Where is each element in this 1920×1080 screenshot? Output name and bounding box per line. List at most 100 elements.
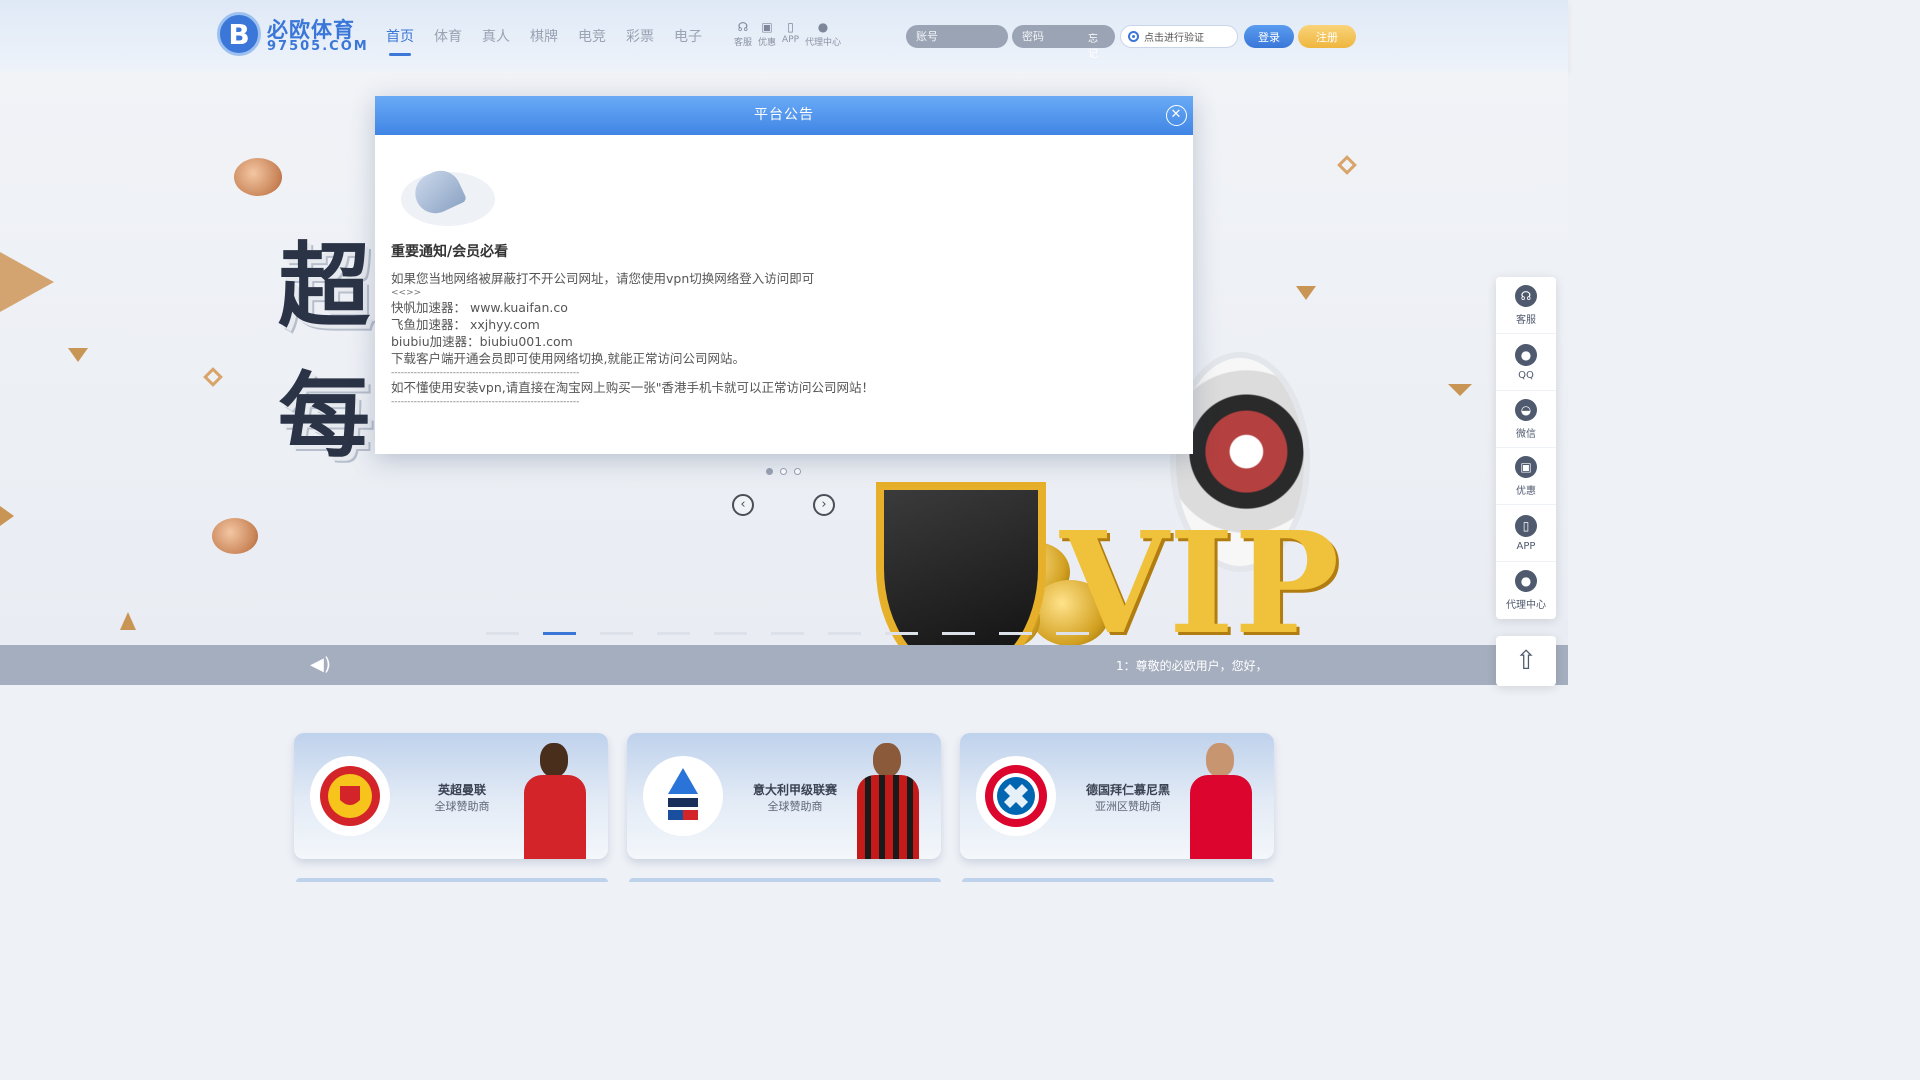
headset-icon: ☊: [737, 20, 749, 34]
diamond-decoration: [1337, 155, 1357, 175]
pager-bar[interactable]: [1056, 632, 1089, 635]
radio-icon: [1128, 31, 1139, 42]
sponsor-subtitle: 全球赞助商: [767, 800, 823, 813]
player-image: [853, 743, 923, 859]
float-label: 客服: [1516, 314, 1536, 326]
account-input[interactable]: [906, 25, 1008, 48]
back-to-top-button[interactable]: ⇧: [1496, 636, 1556, 686]
pager-bar-active[interactable]: [543, 632, 576, 635]
sponsor-card-bayern[interactable]: 德国拜仁慕尼黑 亚洲区赞助商: [960, 733, 1274, 859]
captcha-verify-button[interactable]: 点击进行验证: [1120, 25, 1238, 48]
main-nav: 首页 体育 真人 棋牌 电竞 彩票 电子: [386, 26, 722, 56]
shard-decoration: [0, 506, 14, 526]
bell-illustration: [401, 164, 497, 228]
banner-pager: [486, 632, 1113, 635]
forgot-password-link[interactable]: 忘记: [1088, 30, 1098, 60]
shard-decoration: [1296, 286, 1316, 300]
close-icon[interactable]: ✕: [1166, 105, 1187, 126]
gift-icon: ▣: [1515, 455, 1537, 478]
float-agent-center[interactable]: ● 代理中心: [1496, 562, 1556, 619]
card-row-edge: [962, 878, 1274, 882]
notice-line: 如不懂使用安装vpn,请直接在淘宝网上购买一张"香港手机卡就可以正常访问公司网站…: [391, 380, 874, 395]
tool-label: 客服: [734, 38, 753, 48]
nav-sports[interactable]: 体育: [434, 26, 462, 56]
float-customer-service[interactable]: ☊ 客服: [1496, 277, 1556, 334]
tool-label: APP: [782, 35, 800, 45]
slide-dot[interactable]: [780, 468, 787, 475]
nav-home[interactable]: 首页: [386, 26, 414, 56]
login-button[interactable]: 登录: [1244, 25, 1294, 48]
chevron-left-icon[interactable]: ‹: [732, 494, 754, 516]
pager-bar[interactable]: [486, 632, 519, 635]
top-header: B 必欧体育 97505.COM 首页 体育 真人 棋牌 电竞 彩票 电子 ☊ …: [0, 0, 1568, 72]
notice-divider: ----------------------------------------…: [391, 397, 580, 407]
nav-slots[interactable]: 电子: [674, 26, 702, 56]
banner-headline-1: 超: [278, 232, 371, 340]
tool-customer-service[interactable]: ☊ 客服: [734, 20, 752, 48]
pager-bar[interactable]: [999, 632, 1032, 635]
nav-esports[interactable]: 电竞: [578, 26, 606, 56]
announcement-marquee[interactable]: ◀) 1：尊敬的必欧用户，您好，: [0, 645, 1568, 685]
register-button[interactable]: 注册: [1298, 25, 1356, 48]
gift-icon: ▣: [761, 20, 773, 34]
slide-dot[interactable]: [794, 468, 801, 475]
sponsor-card-man-utd[interactable]: 英超曼联 全球赞助商: [294, 733, 608, 859]
right-float-bar: ☊ 客服 ● QQ ◒ 微信 ▣ 优惠 ▯ APP ● 代理中心: [1496, 277, 1556, 619]
float-label: 微信: [1516, 428, 1536, 440]
speaker-icon: ◀): [310, 654, 331, 675]
users-icon: ●: [1515, 570, 1537, 592]
diamond-decoration: [203, 367, 223, 387]
nav-lottery[interactable]: 彩票: [626, 26, 654, 56]
shard-decoration: [68, 348, 88, 362]
password-input[interactable]: [1012, 25, 1115, 48]
float-label: APP: [1516, 540, 1536, 552]
chevron-right-icon[interactable]: ›: [813, 494, 835, 516]
logo-domain: 97505.COM: [267, 39, 369, 54]
shard-decoration: [0, 252, 54, 312]
coin-decoration: [234, 158, 282, 196]
pager-bar[interactable]: [600, 632, 633, 635]
card-row-edge: [296, 878, 608, 882]
float-label: 优惠: [1516, 485, 1536, 497]
marquee-text: 1：尊敬的必欧用户，您好，: [1116, 659, 1268, 673]
pager-bar[interactable]: [714, 632, 747, 635]
notice-line: 如果您当地网络被屏蔽打不开公司网址，请您使用vpn切换网络登入访问即可: [391, 271, 815, 286]
sponsor-title: 意大利甲级联赛: [752, 783, 837, 797]
float-qq[interactable]: ● QQ: [1496, 334, 1556, 391]
tool-agent-center[interactable]: ● 代理中心: [805, 20, 841, 48]
sponsor-card-serie-a[interactable]: 意大利甲级联赛 全球赞助商: [627, 733, 941, 859]
coin-decoration: [212, 518, 258, 554]
float-app[interactable]: ▯ APP: [1496, 505, 1556, 562]
card-row-edge: [629, 878, 941, 882]
vip-shield-graphic: [876, 482, 1046, 645]
pager-bar[interactable]: [942, 632, 975, 635]
arrow-up-icon: ⇧: [1515, 646, 1537, 676]
tool-label: 代理中心: [805, 38, 842, 48]
site-logo[interactable]: B 必欧体育 97505.COM: [217, 12, 367, 58]
modal-body: 重要通知/会员必看 如果您当地网络被屏蔽打不开公司网址，请您使用vpn切换网络登…: [391, 241, 1177, 408]
tool-label: 优惠: [758, 38, 777, 48]
nav-chess-cards[interactable]: 棋牌: [530, 26, 558, 56]
pager-bar[interactable]: [885, 632, 918, 635]
manchester-united-logo: [310, 756, 390, 836]
modal-title: 平台公告: [754, 107, 814, 123]
sponsor-subtitle: 亚洲区赞助商: [1095, 800, 1161, 813]
float-promotions[interactable]: ▣ 优惠: [1496, 448, 1556, 505]
header-tools: ☊ 客服 ▣ 优惠 ▯ APP ● 代理中心: [734, 20, 847, 48]
logo-badge: B: [217, 12, 261, 56]
pager-bar[interactable]: [771, 632, 804, 635]
tool-app[interactable]: ▯ APP: [782, 20, 799, 48]
tool-promotions[interactable]: ▣ 优惠: [758, 20, 776, 48]
notice-divider: ----------------------------------------…: [391, 368, 580, 378]
notice-line: <<>>: [391, 288, 422, 298]
sponsor-subtitle: 全球赞助商: [434, 800, 490, 813]
sponsor-title: 德国拜仁慕尼黑: [1085, 783, 1170, 797]
modal-header: 平台公告 ✕: [375, 96, 1193, 135]
pager-bar[interactable]: [657, 632, 690, 635]
player-image: [1186, 743, 1256, 859]
shard-decoration: [120, 612, 136, 630]
pager-bar[interactable]: [828, 632, 861, 635]
nav-live-casino[interactable]: 真人: [482, 26, 510, 56]
float-wechat[interactable]: ◒ 微信: [1496, 391, 1556, 448]
slide-dot[interactable]: [766, 468, 773, 475]
